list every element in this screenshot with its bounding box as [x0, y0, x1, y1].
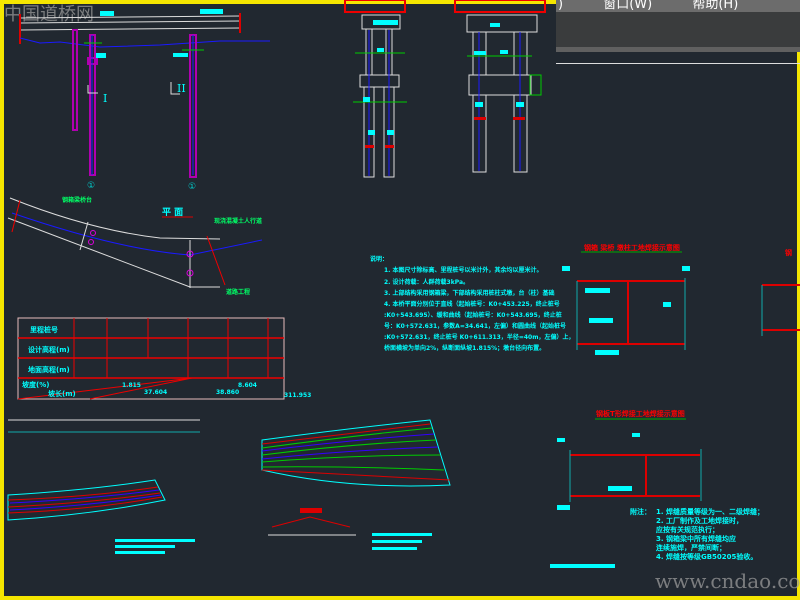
- detail-notes-title: 附注：: [630, 507, 651, 516]
- end-value: 311.953: [284, 392, 311, 399]
- length-value-1: 37.604: [144, 389, 167, 396]
- detail-title-cutoff: 钢: [785, 248, 792, 257]
- pier-section-ii: [454, 0, 546, 173]
- cad-drawing-canvas[interactable]: 中国道桥网 I II ① ① 平 面 钢箱梁桥台 现浇混凝土人行道 道路工程 里…: [0, 0, 800, 600]
- row-header-ground-elev: 地面高程(m): [28, 365, 70, 374]
- detail-note-line: 1. 焊缝质量等级为一、二级焊缝；: [656, 507, 764, 516]
- note-line: :K0+543.695）、缓和曲线（起始桩号：K0+543.695，终止桩: [384, 311, 562, 319]
- girder-layout-1: [7, 419, 200, 554]
- note-line: :K0+572.631，终止桩号 K0+611.313，半径=40m，左偏）上，: [384, 333, 574, 341]
- pier-label-1: ①: [87, 181, 95, 191]
- detail-note-line: 4. 焊缝按等级GB50205验收。: [656, 552, 757, 561]
- plan-title: 平 面: [162, 207, 183, 218]
- note-line: 号：K0+572.631，参数A=34.641，左偏）和圆曲线（起始桩号: [384, 322, 566, 330]
- row-header-design-elev: 设计高程(m): [28, 345, 70, 354]
- grade-value: 1.815: [122, 382, 141, 389]
- row-header-station: 里程桩号: [30, 325, 58, 334]
- elevation-view: I II ① ①: [19, 9, 270, 192]
- detail-note-line: 应按有关规范执行；: [656, 525, 719, 534]
- row-header-length: 坡长(m): [48, 389, 76, 398]
- pier-label-2: ①: [188, 182, 196, 192]
- plan-label-sidewalk: 现浇混凝土人行道: [214, 217, 262, 225]
- girder-layout-2: [261, 419, 451, 550]
- watermark-bottom: www.cndao.com: [655, 569, 800, 593]
- notes-title: 说明：: [370, 255, 388, 263]
- plan-view: 平 面 钢箱梁桥台 现浇混凝土人行道 道路工程: [7, 196, 263, 296]
- weld-detail-1: 钢箱 梁桥 墩柱工地焊接示意图 钢: [562, 243, 800, 355]
- note-line: 4. 本桥平面分别位于直线（起始桩号：K0+453.225，终止桩号: [384, 300, 560, 308]
- detail-note-line: 2. 工厂制作及工地焊接时，: [656, 516, 743, 525]
- note-line: 2. 设计荷载：人群荷载3kPa。: [384, 278, 469, 286]
- note-line: 3. 上部结构采用钢箱梁，下部结构采用桩柱式墩，台（柱）基础: [384, 289, 555, 297]
- note-line: 桥面横坡为单向2%，纵断面纵坡1.815%；墩台径向布置。: [384, 344, 545, 352]
- plan-label-road: 道路工程: [226, 288, 250, 296]
- plan-label-abutment: 钢箱梁桥台: [62, 196, 92, 204]
- length-value-2: 38.860: [216, 389, 239, 396]
- detail1-title: 钢箱 梁桥 墩柱工地焊接示意图: [584, 243, 680, 252]
- watermark-top: 中国道桥网: [4, 4, 94, 25]
- note-line: 1. 本图尺寸除标高、里程桩号以米计外，其余均以厘米计。: [384, 266, 543, 274]
- profile-table: 里程桩号 设计高程(m) 地面高程(m) 坡度(%) 坡长(m) 1.815 3…: [17, 317, 311, 400]
- row-header-grade: 坡度(%): [22, 380, 49, 389]
- section-mark-i: I: [103, 92, 107, 105]
- section-mark-ii: II: [177, 82, 186, 95]
- detail-note-line: 连续施焊，严禁间断；: [656, 543, 726, 552]
- detail-notes: 附注： 1. 焊缝质量等级为一、二级焊缝； 2. 工厂制作及工地焊接时， 应按有…: [630, 507, 764, 561]
- grade-value-2: 8.604: [238, 382, 257, 389]
- pier-section-i: [344, 0, 407, 178]
- detail-note-line: 3. 钢箱梁中所有焊缝均应: [656, 534, 736, 543]
- detail2-title: 钢板T形焊接工地焊接示意图: [596, 409, 685, 418]
- design-notes: 说明： 1. 本图尺寸除标高、里程桩号以米计外，其余均以厘米计。 2. 设计荷载…: [370, 255, 574, 352]
